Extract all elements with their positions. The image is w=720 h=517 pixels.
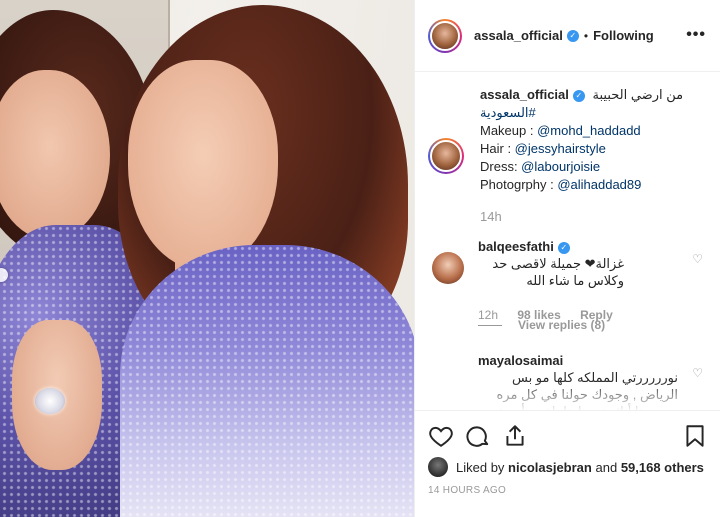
- comment-like-icon[interactable]: ♡: [692, 366, 703, 380]
- author-username[interactable]: assala_official: [474, 28, 563, 43]
- replies-divider-line: [478, 324, 502, 326]
- comment-bubble-icon[interactable]: [465, 423, 491, 449]
- view-replies-label: View replies (8): [518, 318, 606, 332]
- mention-dress[interactable]: @labourjoisie: [521, 159, 600, 174]
- caption: assala_official ✓ من ارضي الحبيبة #السعود…: [428, 86, 708, 226]
- post-timestamp[interactable]: 14 HOURS AGO: [428, 485, 506, 496]
- verified-badge-icon: ✓: [572, 89, 585, 102]
- caption-avatar[interactable]: [428, 138, 464, 174]
- comment-username[interactable]: balqeesfathi: [478, 239, 554, 254]
- caption-photography-label: Photogrphy :: [480, 177, 558, 192]
- liked-by-others[interactable]: 59,168 others: [621, 460, 704, 475]
- subject-dress: [120, 245, 414, 517]
- comments-fade: [415, 380, 720, 410]
- post-photo[interactable]: [0, 0, 414, 517]
- liked-by-user[interactable]: nicolasjebran: [508, 460, 592, 475]
- view-replies-button[interactable]: View replies (8): [478, 318, 605, 332]
- caption-makeup-label: Makeup :: [480, 123, 538, 138]
- subject-face: [128, 60, 278, 270]
- verified-badge-icon: ✓: [566, 29, 579, 42]
- mention-photography[interactable]: @alihaddad89: [557, 177, 641, 192]
- liked-by-prefix: Liked by: [456, 459, 505, 475]
- author-avatar[interactable]: [428, 18, 462, 53]
- caption-time[interactable]: 14h: [480, 208, 708, 226]
- post-actions: Liked by nicolasjebran and 59,168 others…: [415, 410, 720, 517]
- mention-makeup[interactable]: @mohd_haddadd: [537, 123, 641, 138]
- comment-username[interactable]: mayalosaimai: [478, 353, 563, 368]
- comment-like-icon[interactable]: ♡: [692, 252, 703, 266]
- comment-text: غزالة❤ جميلة لاقصى حد وكلاس ما شاء الله: [492, 256, 624, 288]
- liked-by-avatar[interactable]: [428, 457, 448, 477]
- post-side-panel: assala_official ✓ • Following ••• assala…: [414, 0, 720, 517]
- caption-username[interactable]: assala_official: [480, 87, 569, 102]
- bookmark-icon[interactable]: [682, 423, 708, 449]
- liked-by: Liked by nicolasjebran and 59,168 others: [428, 457, 704, 477]
- mention-hair[interactable]: @jessyhairstyle: [515, 141, 606, 156]
- caption-arabic-text: من ارضي الحبيبة: [592, 87, 684, 102]
- caption-hashtag[interactable]: #السعودية: [480, 105, 536, 120]
- diamond-ring: [35, 388, 65, 414]
- caption-hair-label: Hair :: [480, 141, 515, 156]
- share-upload-icon[interactable]: [502, 423, 528, 449]
- commenter-avatar[interactable]: [432, 252, 464, 284]
- separator-dot: •: [583, 28, 589, 43]
- post-header: assala_official ✓ • Following •••: [415, 0, 720, 72]
- comment-item: balqeesfathi ✓ غزالة❤ جميلة لاقصى حد وكلا…: [428, 238, 713, 324]
- more-options-icon[interactable]: •••: [686, 26, 706, 44]
- following-button[interactable]: Following: [593, 28, 654, 43]
- liked-by-and: and: [595, 459, 618, 475]
- heart-outline-icon[interactable]: [428, 423, 454, 449]
- caption-dress-label: Dress:: [480, 159, 522, 174]
- verified-badge-icon: ✓: [557, 241, 570, 254]
